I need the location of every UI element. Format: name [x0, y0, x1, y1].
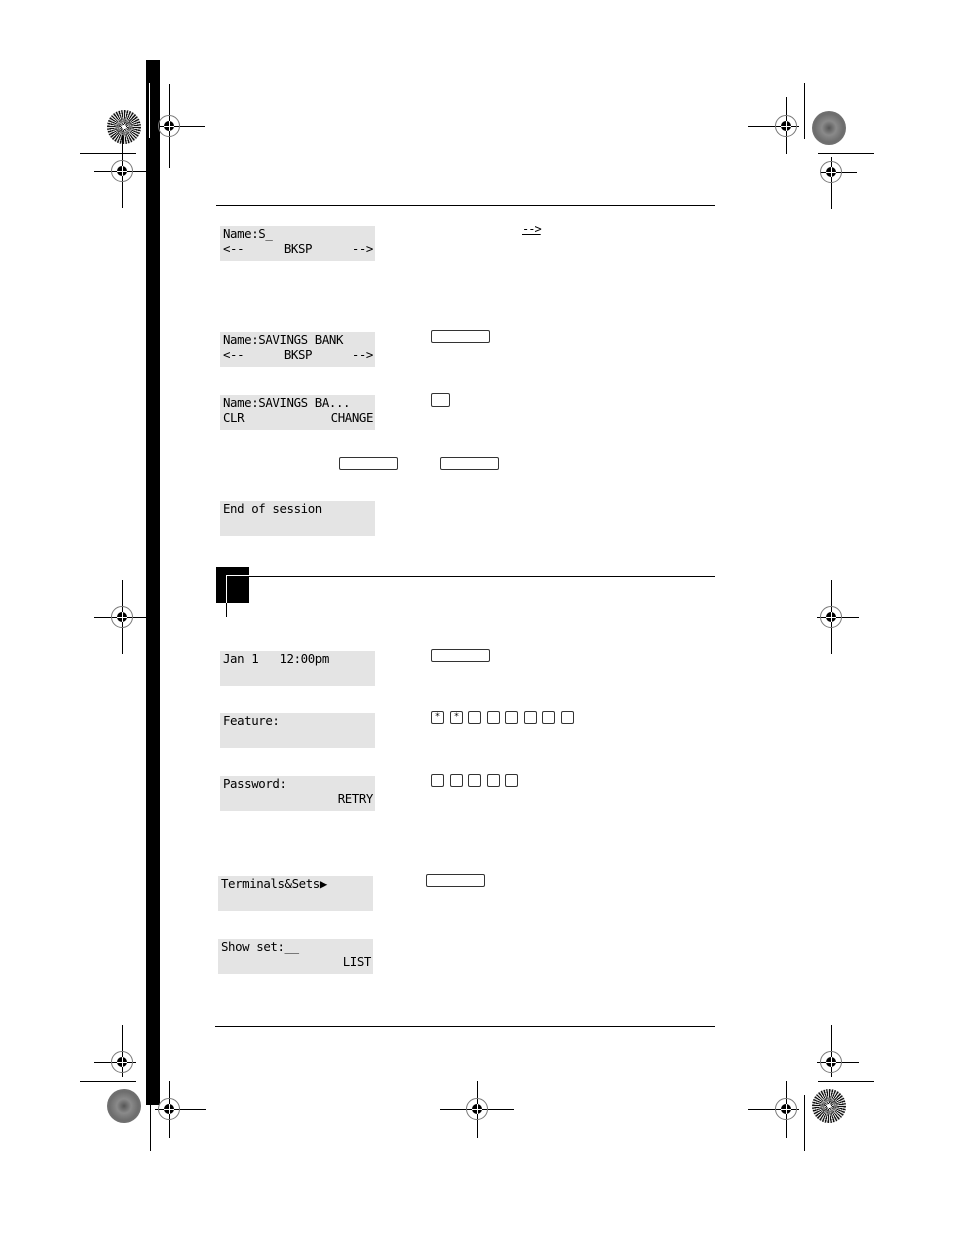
softkey-right[interactable]: --> [352, 347, 374, 362]
softkey-left[interactable]: <-- [223, 347, 245, 362]
lcd-display-end-of-session: End of session [220, 501, 375, 536]
lcd-display-terminals-sets: Terminals&Sets▶ [218, 876, 373, 911]
lcd-display-password: Password: RETRY [220, 776, 375, 811]
trim-line [818, 153, 874, 154]
display-key-button[interactable] [431, 649, 490, 662]
softkey-retry[interactable]: RETRY [223, 791, 374, 806]
dial-key-star[interactable]: * [431, 711, 444, 724]
section-tab-corner-v [226, 575, 227, 603]
binding-bar [146, 60, 160, 1105]
lcd-display-feature: Feature: [220, 713, 375, 748]
dial-key[interactable] [524, 711, 537, 724]
bottom-rule [215, 1026, 715, 1027]
dial-key[interactable] [431, 774, 444, 787]
trim-line [80, 153, 136, 154]
softkey-bksp[interactable]: BKSP [284, 241, 313, 256]
display-key-button[interactable] [431, 330, 490, 343]
section-tab-corner-h [226, 575, 249, 576]
lcd-display-name-truncated: Name:SAVINGS BA... CLR CHANGE [220, 395, 375, 430]
lcd-line1: Password: [223, 776, 287, 791]
display-key-button[interactable] [426, 874, 485, 887]
lcd-line1: Terminals&Sets▶ [221, 876, 327, 891]
dial-key[interactable] [487, 711, 500, 724]
trim-line [804, 1095, 805, 1151]
lcd-line1: Name:SAVINGS BA... [223, 395, 351, 410]
lcd-line1: Jan 1 12:00pm [223, 651, 329, 666]
softkey-list[interactable]: LIST [221, 954, 372, 969]
dial-key[interactable] [505, 774, 518, 787]
trim-line [804, 83, 805, 139]
softkey-left[interactable]: <-- [223, 241, 245, 256]
registration-target-icon [107, 1089, 141, 1123]
right-arrow-softkey-reference: --> [522, 222, 542, 236]
softkey-clr[interactable]: CLR [223, 410, 245, 425]
dial-key[interactable] [487, 774, 500, 787]
dial-key-star[interactable]: * [450, 711, 463, 724]
lcd-display-name-savings-bank: Name:SAVINGS BANK <-- BKSP --> [220, 332, 375, 367]
dial-key[interactable] [468, 774, 481, 787]
top-rule [216, 205, 715, 206]
registration-target-icon [812, 1089, 846, 1123]
section-rule [249, 576, 715, 577]
lcd-display-name-s: Name:S_ <-- BKSP --> [220, 226, 375, 261]
lcd-line2: <-- BKSP --> [223, 347, 373, 362]
dial-key[interactable] [505, 711, 518, 724]
trim-line [150, 1095, 151, 1151]
section-tab-marker [216, 567, 249, 603]
trim-line [818, 1081, 874, 1082]
softkey-bksp[interactable]: BKSP [284, 347, 313, 362]
section-tab-tick [226, 603, 227, 617]
registration-target-icon [107, 110, 141, 144]
binding-bar-highlight [149, 83, 150, 138]
lcd-line2: CLR CHANGE [223, 410, 373, 425]
registration-target-icon [812, 111, 846, 145]
dial-key[interactable] [542, 711, 555, 724]
lcd-line1: Name:S_ [223, 226, 273, 241]
lcd-line1: Name:SAVINGS BANK [223, 332, 344, 347]
dial-key[interactable] [450, 774, 463, 787]
lcd-line1: Feature: [223, 713, 280, 728]
dial-key[interactable] [468, 711, 481, 724]
lcd-display-date-time: Jan 1 12:00pm [220, 651, 375, 686]
lcd-line1: Show set:__ [221, 939, 299, 954]
softkey-change[interactable]: CHANGE [331, 410, 374, 425]
display-key-button-1[interactable] [339, 457, 398, 470]
lcd-display-show-set: Show set:__ LIST [218, 939, 373, 974]
softkey-right[interactable]: --> [352, 241, 374, 256]
dial-key[interactable] [561, 711, 574, 724]
trim-line [80, 1081, 136, 1082]
lcd-line1: End of session [223, 501, 322, 516]
lcd-line2: <-- BKSP --> [223, 241, 373, 256]
display-key-button-2[interactable] [440, 457, 499, 470]
small-key-button[interactable] [431, 393, 450, 407]
